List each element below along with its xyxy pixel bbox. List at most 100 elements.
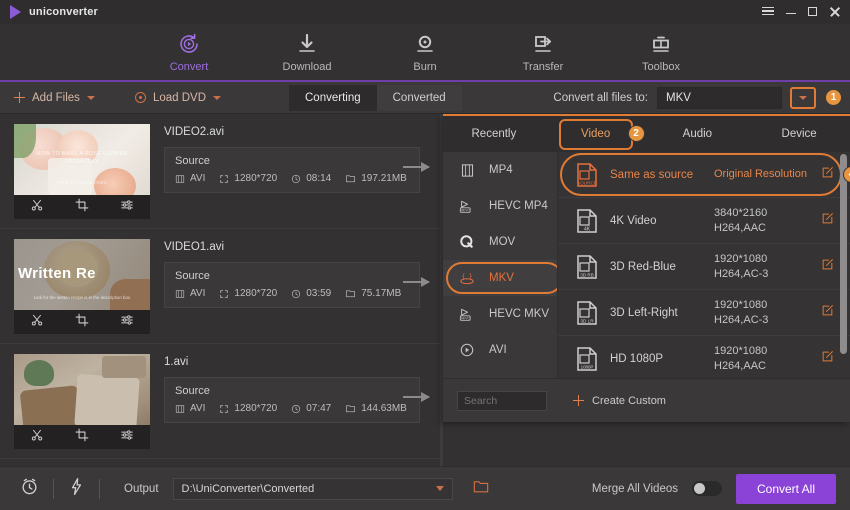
resolution-list: SOURCE Same as source Original Resolutio… <box>558 152 850 378</box>
resolution-name: HD 1080P <box>610 352 664 365</box>
convert-all-button[interactable]: Convert All <box>736 473 836 504</box>
thumbnail-actions <box>14 195 150 219</box>
panel-tabs: Recently Video 2 Audio Device <box>443 116 850 152</box>
nav-item-toolbox[interactable]: Toolbox <box>622 24 700 73</box>
create-custom-button[interactable]: Create Custom <box>573 395 666 407</box>
thumbnail-subcaption: FREE TUTORIAL VIDEO <box>56 180 108 185</box>
transfer-icon <box>531 32 555 56</box>
tab-device-label: Device <box>781 128 817 140</box>
chevron-down-icon[interactable] <box>86 95 95 100</box>
play-circle-icon <box>457 342 477 358</box>
video-thumbnail[interactable] <box>14 354 150 449</box>
format-mkv-highlight <box>446 262 557 294</box>
nav-item-burn[interactable]: Burn <box>386 24 464 73</box>
edit-icon[interactable] <box>821 212 834 230</box>
format-item-mov[interactable]: MOV <box>443 224 557 260</box>
resolution-item-same-as-source[interactable]: SOURCE Same as source Original Resolutio… <box>558 152 850 198</box>
tab-converted[interactable]: Converted <box>376 84 462 111</box>
chevron-down-icon[interactable] <box>435 486 444 491</box>
format-list: MP4 HEVC HEVC MP4 MOV {} MKV HEVC HEVC … <box>443 152 558 378</box>
table-row[interactable]: HOW TO MAKE A ROSE FLOWER FROM CLAY FREE … <box>0 114 443 229</box>
format-item-avi[interactable]: AVI <box>443 332 557 368</box>
file-meta: VIDEO1.avi Source AVI 1280*720 03:59 75.… <box>164 239 443 308</box>
divider <box>53 478 54 499</box>
edit-icon[interactable] <box>821 304 834 322</box>
nav-label-burn: Burn <box>413 61 437 73</box>
format-label: HEVC MP4 <box>489 200 548 212</box>
resolution-item-hd-1080p[interactable]: 1080P HD 1080P 1920*1080 H264,AAC <box>558 336 850 378</box>
nav-label-toolbox: Toolbox <box>642 61 680 73</box>
close-icon[interactable] <box>829 6 840 19</box>
video-thumbnail[interactable]: Written Re Link for the written recipe i… <box>14 239 150 334</box>
high-speed-icon[interactable] <box>68 477 85 501</box>
status-bar-right: Merge All Videos Convert All <box>592 473 836 504</box>
converting-converted-tabs: Converting Converted <box>289 84 462 111</box>
resolution-spec: 1920*1080 H264,AAC <box>714 344 768 372</box>
tab-converting[interactable]: Converting <box>289 84 377 111</box>
resolution-item-3d-red-blue[interactable]: 3D RB 3D Red-Blue 1920*1080 H264,AC-3 <box>558 244 850 290</box>
chevron-down-icon[interactable] <box>213 95 221 100</box>
add-files-label: Add Files <box>32 91 80 104</box>
output-path-value: D:\UniConverter\Converted <box>181 482 315 495</box>
video-thumbnail[interactable]: HOW TO MAKE A ROSE FLOWER FROM CLAY FREE … <box>14 124 150 219</box>
folder-icon <box>346 175 356 183</box>
resize-icon <box>220 404 229 413</box>
effect-icon[interactable] <box>120 428 134 447</box>
output-path-field[interactable]: D:\UniConverter\Converted <box>172 477 453 500</box>
table-row[interactable]: 1.avi Source AVI 1280*720 07:47 144.63MB <box>0 344 443 459</box>
load-dvd-button[interactable]: Load DVD <box>134 92 221 104</box>
download-icon <box>295 32 319 56</box>
open-folder-icon[interactable] <box>473 479 489 499</box>
format-item-hevc-mkv[interactable]: HEVC HEVC MKV <box>443 296 557 332</box>
trim-icon[interactable] <box>30 313 44 332</box>
nav-item-transfer[interactable]: Transfer <box>504 24 582 73</box>
convert-icon <box>177 32 201 56</box>
format-item-mp4[interactable]: MP4 <box>443 152 557 188</box>
tab-audio[interactable]: Audio <box>647 116 749 152</box>
film-icon <box>175 174 185 183</box>
crop-icon[interactable] <box>75 428 89 447</box>
conversion-arrow-icon <box>403 392 430 402</box>
clock-icon <box>292 404 301 413</box>
nav-item-convert[interactable]: Convert <box>146 24 232 84</box>
resolution-file-icon: 3D LR <box>572 300 602 325</box>
edit-icon[interactable] <box>821 350 834 368</box>
schedule-icon[interactable] <box>20 477 39 501</box>
minimize-icon[interactable] <box>786 6 796 18</box>
crop-icon[interactable] <box>75 198 89 217</box>
tab-recently[interactable]: Recently <box>443 116 545 152</box>
tab-video[interactable]: Video 2 <box>545 116 647 152</box>
file-meta: VIDEO2.avi Source AVI 1280*720 08:14 197… <box>164 124 443 193</box>
search-input[interactable] <box>457 390 547 411</box>
nav-item-download[interactable]: Download <box>268 24 346 73</box>
format-display[interactable]: MKV <box>657 86 782 109</box>
add-files-button[interactable]: Add Files <box>14 92 95 104</box>
tab-device[interactable]: Device <box>748 116 850 152</box>
merge-all-videos-toggle[interactable] <box>692 481 722 496</box>
maximize-icon[interactable] <box>808 6 817 18</box>
crop-icon[interactable] <box>75 313 89 332</box>
format-item-wmv[interactable]: WMV <box>443 368 557 378</box>
menu-icon[interactable] <box>762 4 774 19</box>
resolution-info: 1280*720 <box>219 173 277 184</box>
format-item-hevc-mp4[interactable]: HEVC HEVC MP4 <box>443 188 557 224</box>
table-row[interactable]: Written Re Link for the written recipe i… <box>0 229 443 344</box>
thumbnail-caption: HOW TO MAKE A ROSE FLOWER FROM CLAY <box>36 151 128 165</box>
resolution-item-4k-video[interactable]: 4K 4K Video 3840*2160 H264,AAC <box>558 198 850 244</box>
divider <box>99 478 100 499</box>
resolution-item-3d-left-right[interactable]: 3D LR 3D Left-Right 1920*1080 H264,AC-3 <box>558 290 850 336</box>
format-dropdown-button[interactable] <box>790 86 816 109</box>
resolution-info: 1280*720 <box>219 288 277 299</box>
film-icon <box>457 163 477 178</box>
container-info: AVI <box>175 288 205 299</box>
trim-icon[interactable] <box>30 428 44 447</box>
panel-scrollbar[interactable] <box>840 154 847 354</box>
effect-icon[interactable] <box>120 198 134 217</box>
resolution-highlight <box>560 153 842 196</box>
edit-icon[interactable] <box>821 258 834 276</box>
effect-icon[interactable] <box>120 313 134 332</box>
file-name: VIDEO2.avi <box>164 126 225 138</box>
format-item-mkv[interactable]: { } MKV 3 <box>443 260 557 296</box>
create-custom-label: Create Custom <box>592 394 666 407</box>
trim-icon[interactable] <box>30 198 44 217</box>
